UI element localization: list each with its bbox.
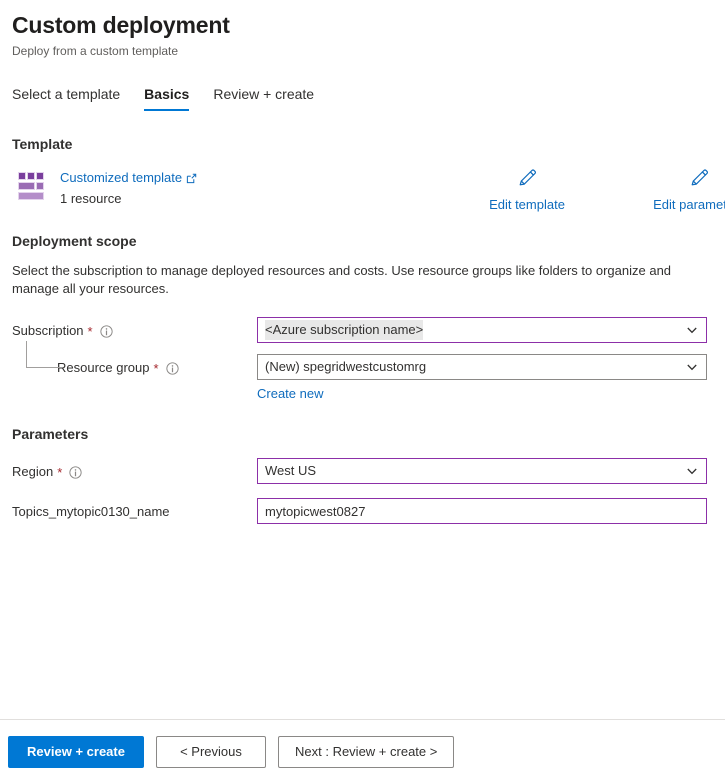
info-icon[interactable] <box>165 361 179 375</box>
next-review-create-button[interactable]: Next : Review + create > <box>278 735 455 768</box>
region-value: West US <box>265 463 317 478</box>
edit-parameters-label: Edit parameters <box>653 197 725 212</box>
template-edit-actions: Edit template Edit parameters <box>472 168 725 214</box>
region-label-group: Region * <box>12 458 257 481</box>
create-new-resource-group-link[interactable]: Create new <box>257 385 323 403</box>
edit-template-label: Edit template <box>489 197 565 212</box>
tab-select-a-template[interactable]: Select a template <box>12 85 120 111</box>
external-link-icon <box>186 173 197 183</box>
template-row: Customized template 1 resource Edit temp… <box>12 168 725 212</box>
previous-button[interactable]: < Previous <box>156 735 266 768</box>
deployment-scope-description: Select the subscription to manage deploy… <box>12 263 672 296</box>
topic-name-input[interactable] <box>257 498 707 524</box>
edit-template-button[interactable]: Edit template <box>472 168 582 214</box>
topic-name-control <box>257 498 707 524</box>
tab-review-create[interactable]: Review + create <box>213 85 314 111</box>
wizard-footer: Review + create < Previous Next : Review… <box>0 719 725 783</box>
subscription-label-group: Subscription * <box>12 317 257 340</box>
page-title: Custom deployment <box>12 12 230 38</box>
subscription-row: Subscription * <Azure subscription name> <box>12 317 713 343</box>
resource-group-dropdown[interactable]: (New) spegridwestcustomrg <box>257 354 707 380</box>
chevron-down-icon <box>687 468 697 475</box>
parameters-heading: Parameters <box>12 426 89 442</box>
customized-template-label: Customized template <box>60 170 183 185</box>
template-meta: Customized template 1 resource <box>60 168 197 208</box>
topic-name-label: Topics_mytopic0130_name <box>12 504 170 519</box>
tab-basics[interactable]: Basics <box>144 85 190 111</box>
resource-group-required-asterisk: * <box>153 360 159 376</box>
resource-group-label-group: Resource group * <box>12 354 257 377</box>
region-label: Region <box>12 464 54 479</box>
region-row: Region * West US <box>12 458 713 484</box>
region-control: West US <box>257 458 707 484</box>
pencil-icon <box>519 169 537 186</box>
subscription-control: <Azure subscription name> <box>257 317 707 343</box>
deployment-scope-heading: Deployment scope <box>12 233 137 249</box>
resource-group-label: Resource group <box>57 360 150 375</box>
topic-name-label-group: Topics_mytopic0130_name <box>12 498 257 521</box>
edit-parameters-button[interactable]: Edit parameters <box>644 168 725 214</box>
resource-group-row: Resource group * (New) spegridwestcustom… <box>12 341 713 403</box>
region-required-asterisk: * <box>57 464 63 480</box>
wizard-tabs: Select a template Basics Review + create <box>0 85 725 111</box>
template-resource-count: 1 resource <box>60 191 122 206</box>
resource-group-value: (New) spegridwestcustomrg <box>265 359 427 374</box>
chevron-down-icon <box>687 364 697 371</box>
region-dropdown[interactable]: West US <box>257 458 707 484</box>
pencil-icon <box>691 169 709 186</box>
info-icon[interactable] <box>99 324 113 338</box>
info-icon[interactable] <box>69 465 82 479</box>
review-create-button[interactable]: Review + create <box>8 735 144 768</box>
subscription-value: <Azure subscription name> <box>265 320 424 340</box>
subscription-label: Subscription <box>12 323 84 338</box>
chevron-down-icon <box>687 327 697 334</box>
customized-template-link[interactable]: Customized template <box>60 169 197 187</box>
subscription-required-asterisk: * <box>87 323 93 339</box>
template-blocks-icon <box>18 172 44 200</box>
topic-name-row: Topics_mytopic0130_name <box>12 498 713 524</box>
subscription-dropdown[interactable]: <Azure subscription name> <box>257 317 707 343</box>
resource-group-control: (New) spegridwestcustomrg Create new <box>257 354 707 403</box>
page-subtitle: Deploy from a custom template <box>12 44 179 58</box>
template-section-heading: Template <box>12 136 73 152</box>
page-header: Custom deployment Deploy from a custom t… <box>0 0 725 59</box>
